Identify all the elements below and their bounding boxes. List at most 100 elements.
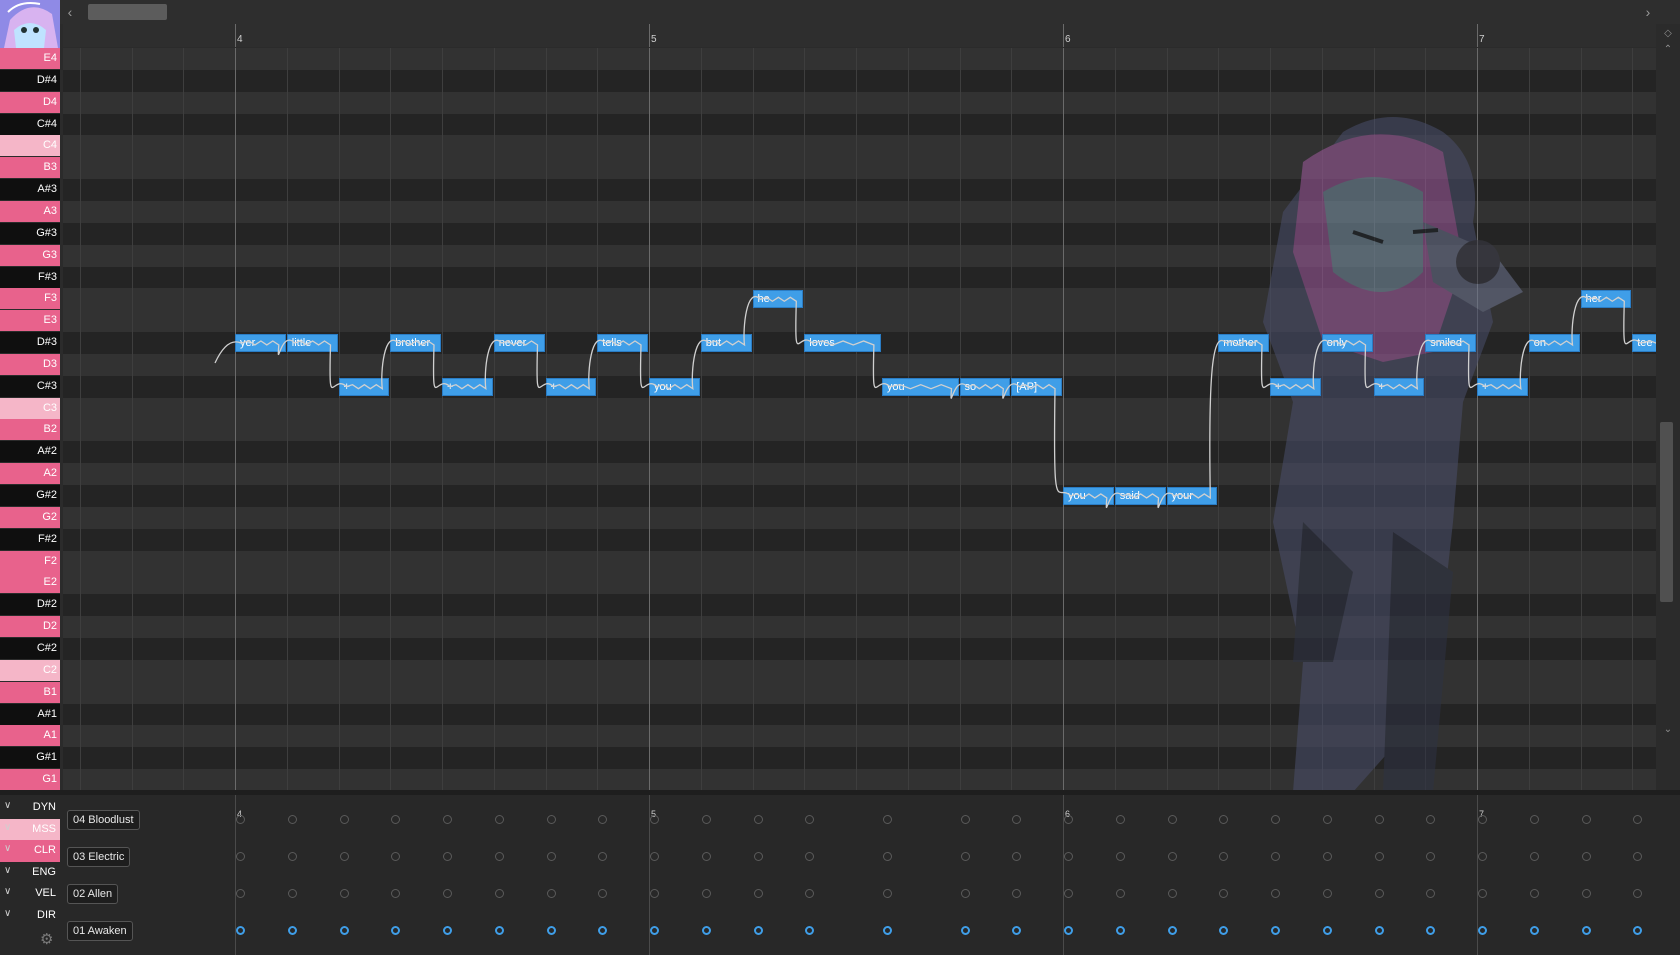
expression-point[interactable]: [1322, 889, 1332, 898]
expression-point[interactable]: [1633, 815, 1643, 824]
expression-point[interactable]: [1219, 926, 1229, 935]
expression-point[interactable]: [391, 815, 401, 824]
expression-point[interactable]: [287, 926, 297, 935]
expression-point[interactable]: [1219, 889, 1229, 898]
expression-point[interactable]: [960, 815, 970, 824]
expression-point[interactable]: [598, 926, 608, 935]
expression-point[interactable]: [1529, 815, 1539, 824]
piano-key[interactable]: G2: [0, 506, 60, 528]
pitch-curve-path[interactable]: [214, 295, 1656, 508]
expression-row-vel[interactable]: ∨ VEL: [0, 883, 60, 905]
expression-row-eng[interactable]: ∨ ENG: [0, 862, 60, 884]
piano-key[interactable]: B1: [0, 681, 60, 703]
expression-point[interactable]: [1478, 889, 1487, 898]
expression-point[interactable]: [1271, 926, 1280, 935]
piano-key[interactable]: A3: [0, 200, 60, 222]
expression-point[interactable]: [1219, 852, 1229, 861]
expression-point[interactable]: [882, 889, 892, 898]
piano-key[interactable]: C#2: [0, 637, 60, 659]
expression-point[interactable]: [494, 815, 504, 824]
singer-avatar[interactable]: [0, 0, 60, 48]
expression-row-dir[interactable]: ∨ DIR: [0, 905, 60, 927]
piano-key[interactable]: A#2: [0, 441, 60, 463]
expression-point[interactable]: [1478, 926, 1487, 935]
expression-point[interactable]: [546, 815, 556, 824]
expression-point[interactable]: [805, 852, 815, 861]
piano-key[interactable]: G#2: [0, 485, 60, 506]
piano-key[interactable]: B3: [0, 157, 60, 179]
vertical-scrollbar[interactable]: ◇ ⌃ ⌄: [1656, 24, 1680, 790]
expression-point[interactable]: [1322, 926, 1332, 935]
expression-point[interactable]: [650, 926, 659, 935]
piano-key[interactable]: B2: [0, 419, 60, 441]
expression-point[interactable]: [1115, 815, 1125, 824]
expression-point[interactable]: [598, 852, 608, 861]
expression-point[interactable]: [287, 889, 297, 898]
expression-point[interactable]: [1115, 926, 1125, 935]
chevron-down-icon[interactable]: ∨: [4, 822, 11, 833]
expression-point[interactable]: [443, 926, 452, 935]
chevron-right-icon[interactable]: ›: [1640, 4, 1656, 20]
expression-point[interactable]: [1012, 889, 1022, 898]
piano-key[interactable]: E4: [0, 48, 60, 69]
expression-point[interactable]: [1633, 926, 1643, 935]
expression-point[interactable]: [882, 852, 892, 861]
chevron-down-icon[interactable]: ∨: [4, 800, 11, 811]
expression-point[interactable]: [494, 889, 504, 898]
expression-point[interactable]: [1167, 815, 1177, 824]
expression-point[interactable]: [1426, 852, 1436, 861]
expression-point[interactable]: [1167, 926, 1177, 935]
horizontal-scroll-thumb[interactable]: [88, 4, 167, 20]
expression-point[interactable]: [1581, 815, 1591, 824]
expression-point[interactable]: [1271, 889, 1280, 898]
expression-point[interactable]: [1012, 852, 1022, 861]
expression-point[interactable]: [494, 926, 504, 935]
expression-point[interactable]: [1167, 889, 1177, 898]
expression-point[interactable]: [391, 852, 401, 861]
piano-key[interactable]: C#3: [0, 375, 60, 397]
expression-point[interactable]: [1581, 889, 1591, 898]
expression-point[interactable]: [1322, 815, 1332, 824]
expression-point[interactable]: [1529, 889, 1539, 898]
expression-point[interactable]: [391, 926, 401, 935]
expression-point[interactable]: [339, 889, 349, 898]
piano-roll-canvas[interactable]: yer little + brother + never + tells you but he lov…: [63, 48, 1656, 790]
expression-point[interactable]: [1064, 926, 1073, 935]
track-label[interactable]: 01 Awaken: [67, 921, 133, 941]
piano-key[interactable]: F2: [0, 550, 60, 572]
expression-point[interactable]: [1529, 852, 1539, 861]
piano-key[interactable]: F#2: [0, 528, 60, 550]
expression-point[interactable]: [753, 926, 763, 935]
expression-point[interactable]: [1167, 852, 1177, 861]
expression-point[interactable]: [598, 815, 608, 824]
expression-point[interactable]: [1322, 852, 1332, 861]
expression-point[interactable]: [1529, 926, 1539, 935]
expression-point[interactable]: [1374, 815, 1384, 824]
expression-point[interactable]: [546, 889, 556, 898]
expression-point[interactable]: [753, 852, 763, 861]
chevron-down-icon[interactable]: ∨: [4, 843, 11, 854]
expression-point[interactable]: [391, 889, 401, 898]
piano-key[interactable]: D3: [0, 353, 60, 375]
expression-point[interactable]: [1426, 926, 1436, 935]
expression-point[interactable]: [650, 815, 659, 824]
expression-point[interactable]: [287, 815, 297, 824]
expression-point[interactable]: [1426, 889, 1436, 898]
piano-keyboard[interactable]: E4 D#4 D4 C#4 C4 B3 A#3 A3 G#3 G3 F#3 F3 E3 D#3 D3 C#3 C…: [0, 48, 60, 790]
gear-icon[interactable]: ⚙: [40, 930, 58, 948]
expression-row-dyn[interactable]: ∨ DYN: [0, 797, 60, 819]
expression-point[interactable]: [443, 815, 452, 824]
expression-point[interactable]: [753, 815, 763, 824]
piano-key[interactable]: E2: [0, 572, 60, 594]
piano-key[interactable]: C3: [0, 397, 60, 419]
expression-row-mss[interactable]: ∨ MSS: [0, 818, 60, 841]
expression-point[interactable]: [1478, 852, 1487, 861]
piano-key[interactable]: E3: [0, 310, 60, 332]
expression-point[interactable]: [882, 815, 892, 824]
expression-point[interactable]: [805, 889, 815, 898]
expression-point[interactable]: [1115, 852, 1125, 861]
expression-point[interactable]: [287, 852, 297, 861]
expression-point[interactable]: [1064, 889, 1073, 898]
expression-point[interactable]: [1012, 926, 1022, 935]
expression-point[interactable]: [1374, 852, 1384, 861]
